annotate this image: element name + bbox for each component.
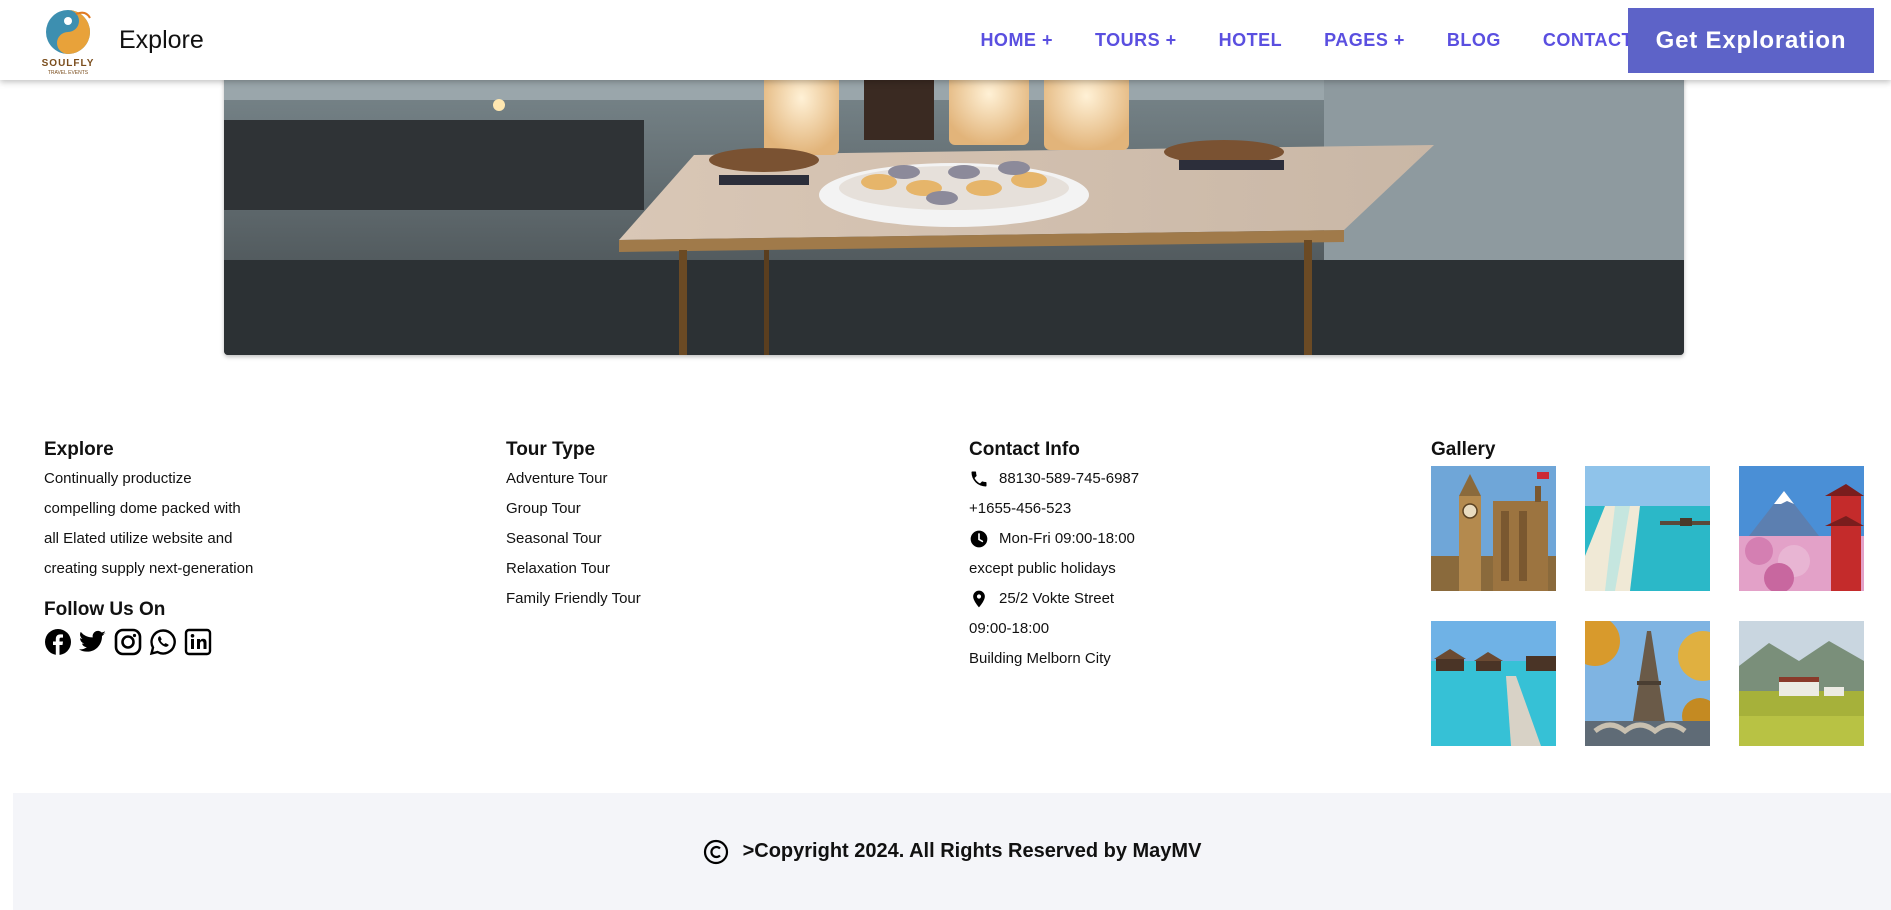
footer-explore-title: Explore — [44, 439, 114, 460]
get-exploration-button[interactable]: Get Exploration — [1628, 8, 1874, 73]
phone-primary[interactable]: 88130-589-745-6987 — [999, 464, 1139, 494]
nav-home[interactable]: HOME + — [980, 30, 1053, 51]
nav-contact[interactable]: CONTACT — [1543, 30, 1633, 51]
office-hours: Mon-Fri 09:00-18:00 — [999, 530, 1135, 547]
nav-pages[interactable]: PAGES + — [1324, 30, 1405, 51]
linkedin-icon[interactable] — [184, 628, 212, 656]
footer-tour-type-column: Tour Type Adventure Tour Group Tour Seas… — [506, 436, 641, 614]
clock-icon — [970, 530, 988, 548]
soulfly-logo[interactable]: SOULFLY TRAVEL EVENTS — [30, 4, 106, 76]
svg-text:SOULFLY: SOULFLY — [42, 58, 95, 69]
gallery-image-mount-fuji[interactable] — [1739, 466, 1864, 591]
gallery-grid — [1431, 466, 1864, 746]
hours-note: except public holidays — [969, 560, 1116, 577]
tour-type-title: Tour Type — [506, 439, 596, 460]
nav-blog[interactable]: BLOG — [1447, 30, 1501, 51]
gallery-image-eiffel-tower[interactable] — [1585, 621, 1710, 746]
site-header: SOULFLY TRAVEL EVENTS Explore HOME + TOU… — [0, 0, 1891, 80]
explore-text-line: all Elated utilize website and — [44, 530, 233, 547]
explore-text-line: creating supply next-generation — [44, 560, 254, 577]
copyright-text: >Copyright 2024. All Rights Reserved by … — [742, 840, 1202, 862]
explore-text-line: Continually productize — [44, 470, 192, 487]
gallery-image-beach[interactable] — [1585, 466, 1710, 591]
phone-icon — [971, 471, 987, 487]
address-line-3: Building Melborn City — [969, 650, 1111, 667]
main-nav: HOME + TOURS + HOTEL PAGES + BLOG CONTAC… — [938, 0, 1633, 80]
tour-type-link[interactable]: Group Tour — [506, 494, 641, 524]
tour-type-link[interactable]: Family Friendly Tour — [506, 584, 641, 614]
contact-info-title: Contact Info — [969, 439, 1080, 460]
footer-gallery-column: Gallery — [1431, 436, 1864, 746]
gallery-title: Gallery — [1431, 439, 1496, 460]
location-pin-icon — [973, 590, 985, 608]
footer-contact-column: Contact Info 88130-589-745-6987 +1655-45… — [969, 436, 1139, 674]
brand-name[interactable]: Explore — [119, 26, 204, 55]
contact-phone-row: 88130-589-745-6987 — [969, 464, 1139, 494]
nav-hotel[interactable]: HOTEL — [1219, 30, 1283, 51]
tour-type-link[interactable]: Relaxation Tour — [506, 554, 641, 584]
tour-type-link[interactable]: Adventure Tour — [506, 464, 641, 494]
copyright-icon — [703, 839, 728, 864]
gallery-image-overwater-villas[interactable] — [1431, 621, 1556, 746]
nav-tours[interactable]: TOURS + — [1095, 30, 1177, 51]
tour-type-link[interactable]: Seasonal Tour — [506, 524, 641, 554]
address-line-2: 09:00-18:00 — [969, 620, 1050, 637]
twitter-icon[interactable] — [79, 628, 107, 656]
explore-text-line: compelling dome packed with — [44, 500, 241, 517]
svg-text:TRAVEL EVENTS: TRAVEL EVENTS — [48, 70, 89, 76]
contact-address-row: 25/2 Vokte Street — [969, 584, 1139, 614]
follow-us-title: Follow Us On — [44, 599, 166, 620]
address-line-1: 25/2 Vokte Street — [999, 590, 1115, 607]
phone-secondary[interactable]: +1655-456-523 — [969, 494, 1139, 524]
instagram-icon[interactable] — [114, 628, 142, 656]
gallery-image-big-ben[interactable] — [1431, 466, 1556, 591]
hero-image — [224, 60, 1684, 355]
copyright-bar: >Copyright 2024. All Rights Reserved by … — [13, 793, 1891, 910]
social-links — [44, 628, 253, 656]
footer-explore-column: Explore Continually productize compellin… — [44, 436, 253, 656]
facebook-icon[interactable] — [44, 628, 72, 656]
whatsapp-icon[interactable] — [149, 628, 177, 656]
contact-hours-row: Mon-Fri 09:00-18:00 — [969, 524, 1139, 554]
gallery-image-mountain-valley[interactable] — [1739, 621, 1864, 746]
